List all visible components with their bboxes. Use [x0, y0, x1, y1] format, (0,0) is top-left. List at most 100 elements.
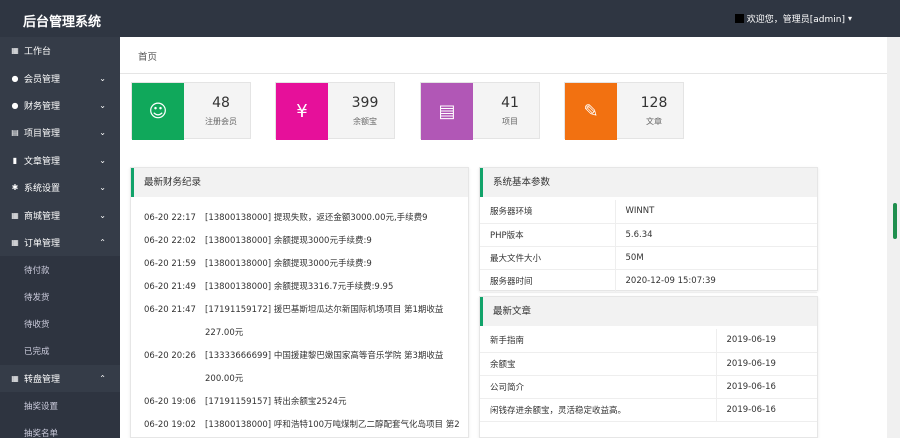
- sidebar-item[interactable]: ▦ 工作台: [0, 37, 120, 64]
- sidebar-item[interactable]: ● 财务管理 ⌄: [0, 92, 120, 119]
- stat-icon-block: ✎: [565, 83, 617, 140]
- chevron-down-icon: ⌄: [99, 183, 106, 193]
- sidebar-item-label: 商城管理: [24, 211, 61, 222]
- top-bar: 后台管理系统 欢迎您，管理员[admin] ▾: [0, 0, 900, 37]
- shop-icon: ▦: [11, 210, 19, 220]
- stat-icon-block: ¥: [276, 83, 328, 140]
- table-row: 最大文件大小 50M: [480, 246, 817, 270]
- finance-panel: 最新财务纪录 06-20 22:17 [13800138000] 提现失败，返还金…: [130, 167, 469, 438]
- table-key: 最大文件大小: [480, 246, 616, 270]
- chevron-down-icon: ⌄: [99, 128, 106, 138]
- article-row[interactable]: 公司简介 2019-06-16: [480, 375, 817, 399]
- stat-card[interactable]: ▤ 41 项目: [420, 82, 540, 140]
- article-row[interactable]: 闲钱存进余额宝，灵活稳定收益高。 2019-06-16: [480, 398, 817, 422]
- stat-label: 余额宝: [353, 117, 377, 126]
- sidebar-item[interactable]: ▤ 项目管理 ⌄: [0, 119, 120, 146]
- order-icon: ▦: [11, 237, 19, 247]
- chevron-up-icon: ⌃: [99, 237, 106, 247]
- stat-card[interactable]: ¥399 余额宝: [275, 82, 395, 140]
- sidebar-item-label: 系统设置: [24, 184, 61, 195]
- table-value: 2020-12-09 15:07:39: [615, 269, 817, 293]
- project-icon: ▤: [438, 101, 456, 122]
- wallet-icon: ¥: [296, 101, 308, 122]
- article-row[interactable]: 余额宝 2019-06-19: [480, 352, 817, 376]
- record-time: 06-20 21:59: [144, 259, 196, 269]
- avatar-icon: [734, 14, 744, 23]
- record-time: 06-20 20:26: [144, 351, 196, 361]
- breadcrumb[interactable]: 首页: [138, 49, 157, 63]
- table-value: 2019-06-16: [716, 398, 817, 422]
- stat-value: 41: [501, 95, 519, 111]
- table-value: WINNT: [615, 200, 817, 224]
- record-desc: [17191159172] 援巴基斯坦瓜达尔新国际机场项目 第1期收益227.0…: [205, 305, 444, 338]
- table-value: 2019-06-16: [716, 375, 817, 399]
- system-panel-title: 系统基本参数: [480, 168, 817, 197]
- sidebar-subitem[interactable]: 待发货: [0, 283, 120, 311]
- sidebar-subitem[interactable]: 已完成: [0, 337, 120, 365]
- finance-panel-title: 最新财务纪录: [131, 168, 468, 197]
- stat-label: 注册会员: [205, 117, 237, 126]
- main-content: 首页 ☺ 48 注册会员 ¥399 余额宝 ▤ 41 项目 ✎ 128 文章 最新财务纪录 06-2…: [120, 37, 887, 438]
- settings-icon: ✱: [11, 183, 19, 193]
- system-table: 服务器环境 WINNT PHP版本 5.6.34 最大文件大小 50M 服务器时间 2020-…: [480, 200, 817, 293]
- stat-card[interactable]: ✎ 128 文章: [564, 82, 684, 140]
- sidebar-item-label: 订单管理: [24, 238, 61, 249]
- record-desc: [13800138000] 余额提现3316.7元手续费:9.95: [205, 282, 394, 292]
- sidebar-subitem[interactable]: 待付款: [0, 256, 120, 284]
- sidebar-item[interactable]: ✱ 系统设置 ⌄: [0, 174, 120, 201]
- table-row: 服务器环境 WINNT: [480, 200, 817, 224]
- record-desc: [13800138000] 呼和浩特100万吨煤制乙二醇配套气化岛项目 第2: [205, 420, 460, 430]
- scrollbar-thumb[interactable]: [893, 203, 897, 239]
- sidebar-item-label: 文章管理: [24, 156, 61, 167]
- stat-card[interactable]: ☺ 48 注册会员: [131, 82, 251, 140]
- sidebar-item[interactable]: ● 会员管理 ⌄: [0, 64, 120, 91]
- chevron-down-icon: ⌄: [99, 155, 106, 165]
- sidebar-item[interactable]: ▦ 订单管理 ⌃: [0, 229, 120, 256]
- stat-icon-block: ▤: [421, 83, 473, 140]
- project-icon: ▤: [11, 128, 19, 138]
- table-key: 服务器环境: [480, 200, 616, 224]
- table-value: 2019-06-19: [716, 329, 817, 353]
- stat-value: 128: [640, 95, 668, 111]
- article-icon: ▮: [12, 155, 18, 165]
- chevron-down-icon: ⌄: [99, 210, 106, 220]
- article-table: 新手指南 2019-06-19 余额宝 2019-06-19 公司简介 2019-06-1…: [480, 329, 817, 422]
- table-key: 新手指南: [480, 329, 717, 353]
- user-greeting: 欢迎您，管理员[admin]: [746, 15, 845, 25]
- record-desc: [13333666699] 中国援建黎巴嫩国家高等音乐学院 第3期收益200.0…: [205, 351, 444, 384]
- stat-value: 399: [351, 95, 379, 111]
- record-time: 06-20 19:06: [144, 397, 196, 407]
- user-icon: ☺: [148, 101, 168, 122]
- chevron-up-icon: ⌃: [99, 374, 106, 384]
- sidebar-subitem[interactable]: 抽奖名单: [0, 419, 120, 438]
- sidebar-item[interactable]: ▮ 文章管理 ⌄: [0, 147, 120, 174]
- divider: [120, 73, 887, 74]
- table-key: PHP版本: [480, 223, 616, 247]
- record-time: 06-20 21:49: [144, 282, 196, 292]
- wheel-icon: ▦: [11, 374, 19, 384]
- dashboard-icon: ▦: [11, 46, 19, 56]
- app-title: 后台管理系统: [23, 15, 102, 30]
- table-row: PHP版本 5.6.34: [480, 223, 817, 247]
- user-menu[interactable]: 欢迎您，管理员[admin] ▾: [734, 12, 852, 25]
- record-desc: [13800138000] 余额提现3000元手续费:9: [205, 236, 372, 246]
- record-time: 06-20 22:17: [144, 213, 196, 223]
- sidebar-subitem[interactable]: 抽奖设置: [0, 392, 120, 420]
- sidebar-item-label: 工作台: [24, 47, 52, 58]
- sidebar: ▦ 工作台 ● 会员管理 ⌄ ● 财务管理 ⌄ ▤ 项目管理 ⌄ ▮ 文章管理 ⌄ ✱ 系统设置 ⌄ ▦ 商城管理 ⌄…: [0, 37, 120, 438]
- article-icon: ✎: [583, 101, 599, 122]
- article-row[interactable]: 新手指南 2019-06-19: [480, 329, 817, 353]
- stat-label: 项目: [502, 117, 518, 126]
- sidebar-item[interactable]: ▦ 商城管理 ⌄: [0, 201, 120, 228]
- table-key: 公司简介: [480, 375, 717, 399]
- table-value: 2019-06-19: [716, 352, 817, 376]
- record-time: 06-20 21:47: [144, 305, 196, 315]
- sidebar-subitem[interactable]: 待收货: [0, 310, 120, 338]
- record-desc: [17191159157] 转出余额宝2524元: [205, 397, 347, 407]
- stat-value: 48: [212, 95, 230, 111]
- record-time: 06-20 19:02: [144, 420, 196, 430]
- chevron-down-icon: ▾: [847, 14, 852, 23]
- table-value: 50M: [615, 246, 817, 270]
- stat-icon-block: ☺: [132, 83, 184, 140]
- sidebar-item[interactable]: ▦ 转盘管理 ⌃: [0, 365, 120, 392]
